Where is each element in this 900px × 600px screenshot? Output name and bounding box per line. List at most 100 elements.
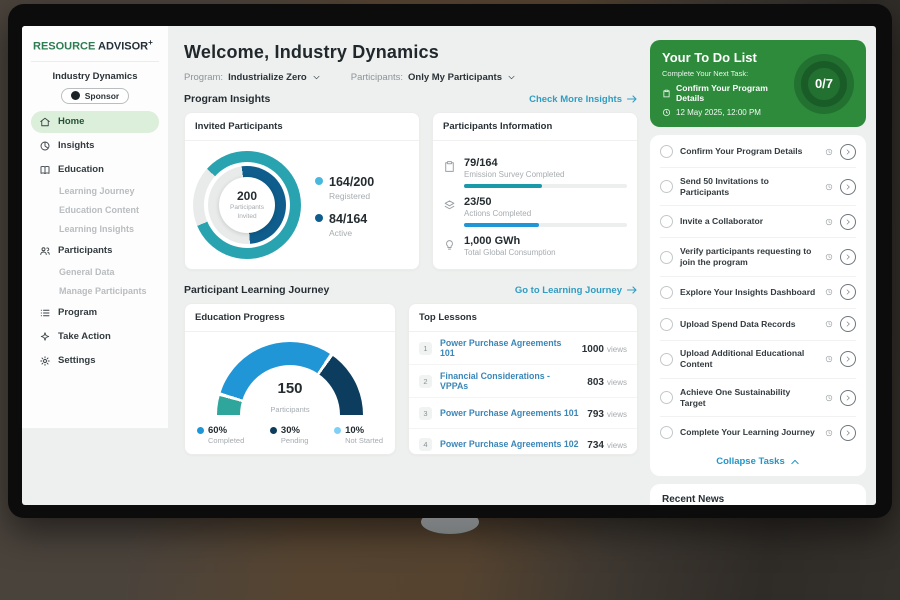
- task-checkbox[interactable]: [660, 426, 673, 439]
- completed-label: Completed: [208, 436, 244, 445]
- legend-item-not-started: 10%Not Started: [334, 425, 383, 445]
- lesson-row-4[interactable]: 4 Power Purchase Agreements 102 734views: [409, 429, 637, 455]
- emission-survey-value: 79/164: [464, 157, 627, 169]
- stat-actions-completed: 23/50 Actions Completed: [443, 196, 627, 227]
- lesson-title-link[interactable]: Power Purchase Agreements 101: [440, 338, 574, 358]
- task-row-2[interactable]: Send 50 Invitations to Participants: [660, 168, 856, 206]
- lesson-rank: 3: [419, 407, 432, 420]
- not-started-label: Not Started: [345, 436, 383, 445]
- sidebar-item-manage-participants[interactable]: Manage Participants: [31, 282, 159, 301]
- learning-cards-row: Education Progress 150 Participants: [184, 303, 638, 455]
- active-dot: [315, 214, 323, 222]
- sidebar-item-general-data[interactable]: General Data: [31, 263, 159, 282]
- logo-plus: +: [148, 38, 153, 47]
- program-select[interactable]: Program: Industrialize Zero: [184, 72, 321, 83]
- task-row-5[interactable]: Explore Your Insights Dashboard: [660, 277, 856, 309]
- task-checkbox[interactable]: [660, 353, 673, 366]
- task-open-button[interactable]: [840, 249, 856, 265]
- clock-icon: [825, 218, 833, 226]
- lesson-row-2[interactable]: 2 Financial Considerations - VPPAs 803vi…: [409, 365, 637, 398]
- task-label: Confirm Your Program Details: [680, 146, 818, 157]
- task-checkbox[interactable]: [660, 391, 673, 404]
- check-more-insights-link[interactable]: Check More Insights: [529, 94, 638, 105]
- task-label: Send 50 Invitations to Participants: [680, 176, 818, 198]
- lesson-rank: 2: [419, 375, 432, 388]
- task-open-button[interactable]: [840, 214, 856, 230]
- todo-hero-left: Your To Do List Complete Your Next Task:…: [662, 50, 794, 117]
- lesson-views-value: 734: [587, 440, 604, 451]
- sidebar-item-label: Participants: [58, 245, 112, 256]
- todo-hero-card: Your To Do List Complete Your Next Task:…: [650, 40, 866, 127]
- task-row-3[interactable]: Invite a Collaborator: [660, 206, 856, 238]
- insights-cards-row: Invited Participants 200 Participants In…: [184, 112, 638, 270]
- lesson-row-3[interactable]: 3 Power Purchase Agreements 101 793views: [409, 398, 637, 429]
- sidebar-item-take-action[interactable]: Take Action: [31, 326, 159, 348]
- task-checkbox[interactable]: [660, 180, 673, 193]
- task-checkbox[interactable]: [660, 251, 673, 264]
- sidebar-item-insights[interactable]: Insights: [31, 135, 159, 157]
- sidebar-item-education-content[interactable]: Education Content: [31, 201, 159, 220]
- education-gauge-legend: 60%Completed 30%Pending 10%Not Started: [185, 415, 395, 445]
- todo-next-task[interactable]: Confirm Your Program Details: [662, 83, 794, 103]
- program-select-value: Industrialize Zero: [228, 72, 307, 83]
- pending-dot: [270, 427, 277, 434]
- task-open-button[interactable]: [840, 284, 856, 300]
- task-row-4[interactable]: Verify participants requesting to join t…: [660, 238, 856, 276]
- task-open-button[interactable]: [840, 390, 856, 406]
- task-open-button[interactable]: [840, 425, 856, 441]
- sidebar-item-settings[interactable]: Settings: [31, 350, 159, 372]
- sidebar: RESOURCE ADVISOR+ Industry Dynamics Spon…: [22, 26, 168, 428]
- todo-column: Your To Do List Complete Your Next Task:…: [648, 26, 876, 505]
- top-lessons-title: Top Lessons: [409, 304, 637, 332]
- lesson-title-link[interactable]: Financial Considerations - VPPAs: [440, 371, 579, 391]
- task-checkbox[interactable]: [660, 286, 673, 299]
- lesson-views-value: 803: [587, 377, 604, 388]
- task-row-8[interactable]: Achieve One Sustainability Target: [660, 379, 856, 417]
- task-open-button[interactable]: [840, 179, 856, 195]
- clock-icon: [825, 148, 833, 156]
- participants-information-card: Participants Information 79/164 Emission…: [432, 112, 638, 270]
- participants-select-value: Only My Participants: [408, 72, 502, 83]
- task-checkbox[interactable]: [660, 215, 673, 228]
- learning-journey-header: Participant Learning Journey Go to Learn…: [184, 284, 638, 296]
- task-row-6[interactable]: Upload Spend Data Records: [660, 309, 856, 341]
- stat-progress-fill: [464, 184, 542, 188]
- task-row-7[interactable]: Upload Additional Educational Content: [660, 341, 856, 379]
- task-checkbox[interactable]: [660, 318, 673, 331]
- task-row-1[interactable]: Confirm Your Program Details: [660, 136, 856, 168]
- sidebar-item-education[interactable]: Education: [31, 159, 159, 181]
- pending-label: Pending: [281, 436, 309, 445]
- task-open-button[interactable]: [840, 351, 856, 367]
- sidebar-item-label: Education: [58, 164, 104, 175]
- invited-center-label: Participants: [230, 204, 264, 212]
- todo-title: Your To Do List: [662, 50, 794, 65]
- chevron-up-icon: [790, 458, 800, 466]
- sidebar-item-label: Program: [58, 307, 97, 318]
- invited-participants-title: Invited Participants: [185, 113, 419, 141]
- global-consumption-value: 1,000 GWh: [464, 235, 627, 247]
- task-checkbox[interactable]: [660, 145, 673, 158]
- education-gauge-chart: 150 Participants: [217, 342, 363, 415]
- sidebar-item-learning-insights[interactable]: Learning Insights: [31, 220, 159, 239]
- sidebar-item-learning-journey[interactable]: Learning Journey: [31, 182, 159, 201]
- lesson-title-link[interactable]: Power Purchase Agreements 101: [440, 408, 579, 418]
- task-label: Verify participants requesting to join t…: [680, 246, 818, 268]
- organization-name: Industry Dynamics: [31, 71, 159, 82]
- participants-select[interactable]: Participants: Only My Participants: [351, 72, 516, 83]
- sidebar-item-program[interactable]: Program: [31, 302, 159, 324]
- gauge-center: 150 Participants: [217, 380, 363, 415]
- sidebar-item-home[interactable]: Home: [31, 111, 159, 133]
- task-open-button[interactable]: [840, 316, 856, 332]
- legend-item-completed: 60%Completed: [197, 425, 244, 445]
- participants-select-label: Participants:: [351, 72, 403, 83]
- go-to-learning-journey-link[interactable]: Go to Learning Journey: [515, 285, 638, 296]
- sidebar-item-participants[interactable]: Participants: [31, 240, 159, 262]
- actions-completed-value: 23/50: [464, 196, 627, 208]
- lesson-row-1[interactable]: 1 Power Purchase Agreements 101 1000view…: [409, 332, 637, 365]
- app-screen: RESOURCE ADVISOR+ Industry Dynamics Spon…: [22, 26, 876, 505]
- task-row-9[interactable]: Complete Your Learning Journey: [660, 417, 856, 448]
- collapse-tasks-link[interactable]: Collapse Tasks: [660, 448, 856, 472]
- lesson-title-link[interactable]: Power Purchase Agreements 102: [440, 439, 579, 449]
- task-open-button[interactable]: [840, 144, 856, 160]
- participants-information-title: Participants Information: [433, 113, 637, 141]
